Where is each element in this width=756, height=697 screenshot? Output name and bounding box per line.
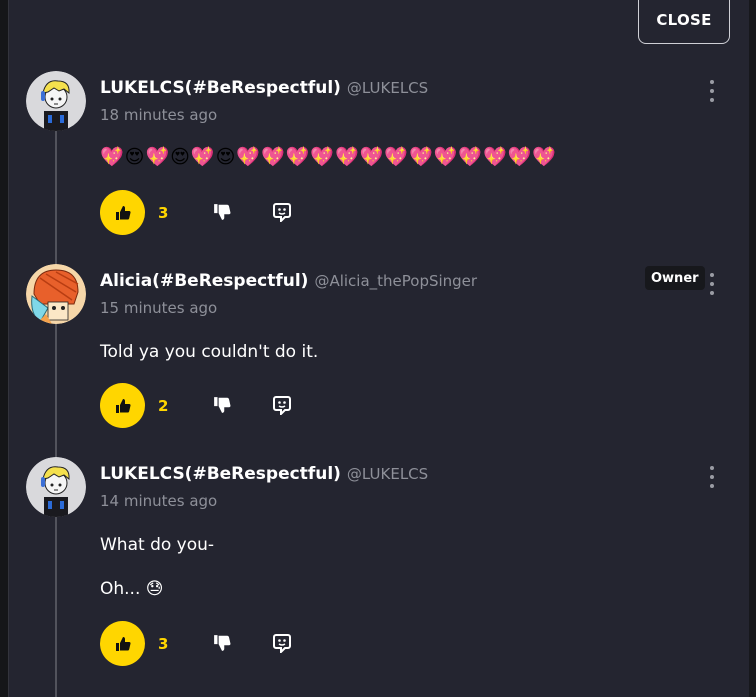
like-button[interactable]: [100, 190, 145, 235]
like-button[interactable]: [100, 383, 145, 428]
dislike-button[interactable]: [213, 634, 231, 652]
comment-text-line: What do you-: [100, 535, 215, 555]
comment-timestamp: 15 minutes ago: [100, 299, 218, 317]
avatar[interactable]: [26, 457, 86, 517]
dislike-button[interactable]: [213, 396, 231, 414]
comment-author[interactable]: Alicia(#BeRespectful) @Alicia_thePopSinge…: [100, 271, 477, 291]
reply-icon: [273, 634, 291, 655]
more-vertical-icon[interactable]: [706, 80, 718, 102]
author-handle[interactable]: @LUKELCS: [347, 79, 428, 97]
reply-icon: [273, 396, 291, 417]
thread-line: [55, 120, 57, 697]
thumbs-up-icon: [115, 205, 131, 220]
thumbs-down-icon: [214, 204, 231, 220]
more-vertical-icon[interactable]: [706, 273, 718, 295]
author-handle[interactable]: @LUKELCS: [347, 465, 428, 483]
dislike-button[interactable]: [213, 203, 231, 221]
comment-timestamp: 14 minutes ago: [100, 492, 218, 510]
close-button[interactable]: CLOSE: [638, 0, 730, 44]
author-name[interactable]: LUKELCS(#BeRespectful): [100, 78, 341, 98]
thumbs-down-icon: [214, 635, 231, 651]
author-name[interactable]: LUKELCS(#BeRespectful): [100, 464, 341, 484]
thumbs-up-icon: [115, 398, 131, 413]
like-count: 3: [158, 204, 169, 222]
avatar[interactable]: [26, 71, 86, 131]
like-button[interactable]: [100, 621, 145, 666]
comment-author[interactable]: LUKELCS(#BeRespectful) @LUKELCS: [100, 78, 428, 98]
reply-button[interactable]: [272, 202, 292, 224]
thumbs-up-icon: [115, 636, 131, 651]
page-edge: [749, 0, 756, 697]
reply-button[interactable]: [272, 633, 292, 655]
comment-text: 💖😍💖😍💖😍💖💖💖💖💖💖💖💖💖💖💖💖💖: [100, 146, 557, 168]
comment-text-line: Oh... 😓: [100, 579, 164, 599]
avatar[interactable]: [26, 264, 86, 324]
more-vertical-icon[interactable]: [706, 466, 718, 488]
author-handle[interactable]: @Alicia_thePopSinger: [314, 272, 477, 290]
like-count: 3: [158, 635, 169, 653]
reply-icon: [273, 203, 291, 224]
like-count: 2: [158, 397, 169, 415]
owner-badge: Owner: [645, 266, 705, 290]
reply-button[interactable]: [272, 395, 292, 417]
comment-author[interactable]: LUKELCS(#BeRespectful) @LUKELCS: [100, 464, 428, 484]
thumbs-down-icon: [214, 397, 231, 413]
author-name[interactable]: Alicia(#BeRespectful): [100, 271, 308, 291]
comment-timestamp: 18 minutes ago: [100, 106, 218, 124]
comment-text: Told ya you couldn't do it.: [100, 342, 319, 362]
